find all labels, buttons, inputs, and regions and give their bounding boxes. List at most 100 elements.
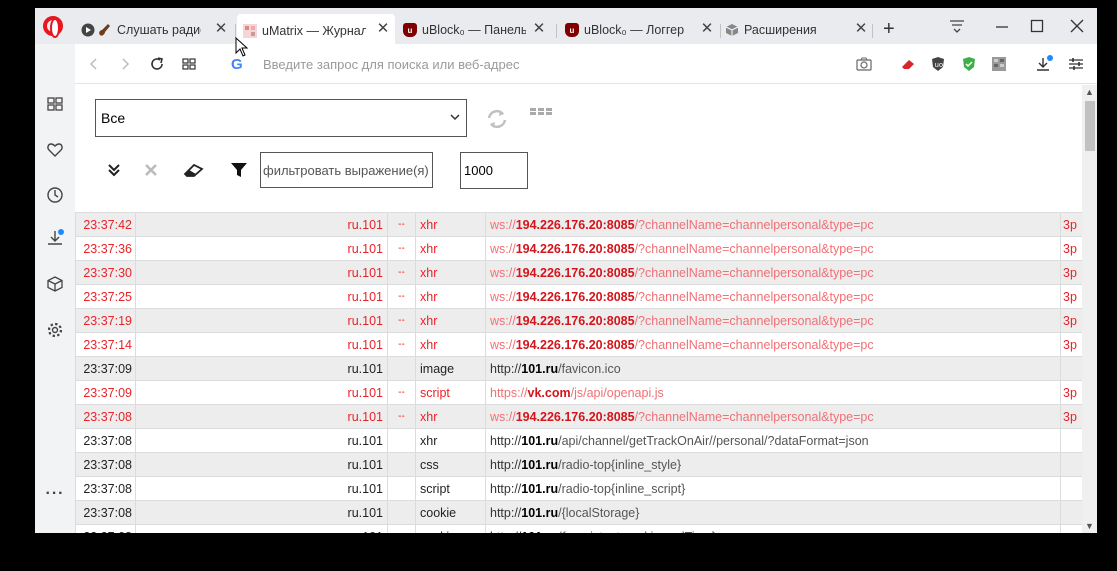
tab-menu-icon[interactable] (945, 15, 969, 37)
log-row[interactable]: 23:37:14 ru.101 -- xhr ws://194.226.176.20:8… (75, 332, 1083, 357)
log-url[interactable]: ws://194.226.176.20:8085/?channelName=ch… (485, 308, 1061, 333)
log-url[interactable]: ws://194.226.176.20:8085/?channelName=ch… (485, 284, 1061, 309)
url-scheme: http:// (490, 361, 522, 376)
compact-view-icon[interactable] (103, 159, 125, 181)
scrollbar[interactable]: ▲ ▼ (1082, 85, 1097, 533)
scroll-thumb[interactable] (1085, 101, 1095, 151)
history-icon[interactable] (45, 185, 65, 205)
log-url[interactable]: ws://194.226.176.20:8085/?channelName=ch… (485, 404, 1061, 429)
address-input[interactable] (263, 54, 823, 74)
tab-radio[interactable]: Слушать радио ✕ (81, 18, 229, 42)
log-row[interactable]: 23:37:30 ru.101 -- xhr ws://194.226.176.20:8… (75, 260, 1083, 285)
log-row[interactable]: 23:37:36 ru.101 -- xhr ws://194.226.176.20:8… (75, 236, 1083, 261)
log-marker: -- (387, 332, 416, 357)
forward-icon[interactable] (116, 55, 134, 73)
heart-icon[interactable] (45, 140, 65, 160)
scroll-down-icon[interactable]: ▼ (1085, 521, 1094, 531)
close-tab-icon[interactable]: ✕ (853, 21, 869, 37)
log-url[interactable]: ws://194.226.176.20:8085/?channelName=ch… (485, 236, 1061, 261)
log-type: xhr (415, 404, 486, 429)
umatrix-extension-icon[interactable] (990, 55, 1008, 73)
log-context: ru.101 (135, 428, 388, 453)
log-row[interactable]: 23:37:08 ru.101 script http://101.ru/radio-… (75, 476, 1083, 501)
log-url[interactable]: http://101.ru/{localStorage} (485, 500, 1061, 525)
log-row[interactable]: 23:37:09 ru.101 image http://101.ru/favicon… (75, 356, 1083, 381)
log-row[interactable]: 23:37:08 ru.101 xhr http://101.ru/api/chann… (75, 428, 1083, 453)
log-context: ru.101 (135, 332, 388, 357)
clear-icon[interactable] (140, 159, 162, 181)
download-icon[interactable] (1035, 55, 1053, 73)
more-icon[interactable]: ··· (45, 484, 65, 504)
url-scheme: http:// (490, 530, 521, 534)
tab-ublock-logger[interactable]: u uBlock₀ — Логгер ✕ (565, 18, 715, 42)
log-type: script (415, 380, 486, 405)
url-path: /api/channel/getTrackOnAir//personal/?da… (558, 433, 869, 448)
log-url[interactable]: http://101.ru/radio-top{inline_script} (485, 476, 1061, 501)
log-row[interactable]: 23:37:25 ru.101 -- xhr ws://194.226.176.20:8… (75, 284, 1083, 309)
tab-extensions[interactable]: Расширения ✕ (725, 18, 869, 42)
log-party: 3p (1060, 236, 1083, 261)
tab-filter-select[interactable]: Все (95, 99, 467, 137)
new-tab-button[interactable]: + (883, 19, 895, 39)
log-context: ru.101 (135, 356, 388, 381)
tabs-grid-icon[interactable] (180, 55, 198, 73)
log-context: ru.101 (135, 284, 388, 309)
log-time: 23:37:08 (75, 428, 136, 453)
close-tab-icon[interactable]: ✕ (375, 21, 391, 37)
reload-icon[interactable] (148, 55, 166, 73)
log-url[interactable]: http://101.ru/{persistent-cookie:updTime… (485, 524, 1061, 534)
scroll-up-icon[interactable]: ▲ (1085, 87, 1094, 97)
log-url[interactable]: http://101.ru/radio-top{inline_style} (485, 452, 1061, 477)
log-type: xhr (415, 308, 486, 333)
ublock-icon: u (565, 23, 579, 37)
log-row[interactable]: 23:37:19 ru.101 -- xhr ws://194.226.176.20:8… (75, 308, 1083, 333)
log-url[interactable]: http://101.ru/api/channel/getTrackOnAir/… (485, 428, 1061, 453)
log-url[interactable]: ws://194.226.176.20:8085/?channelName=ch… (485, 212, 1061, 237)
shield-extension-icon[interactable] (960, 55, 978, 73)
url-host: 101.ru (521, 361, 559, 376)
log-row[interactable]: 23:37:08ru.101cookiehttp://101.ru/{persi… (75, 524, 1083, 534)
eraser-icon[interactable] (183, 159, 205, 181)
url-scheme: ws:// (490, 217, 516, 232)
close-tab-icon[interactable]: ✕ (213, 21, 229, 37)
easy-setup-icon[interactable] (1067, 55, 1085, 73)
log-url[interactable]: http://101.ru/favicon.ico (485, 356, 1061, 381)
log-row[interactable]: 23:37:09 ru.101 -- script https://vk.com/js/… (75, 380, 1083, 405)
maximize-button[interactable] (1025, 15, 1049, 37)
log-row[interactable]: 23:37:08 ru.101 cookie http://101.ru/{local… (75, 500, 1083, 525)
log-party (1060, 356, 1083, 381)
log-time: 23:37:42 (75, 212, 136, 237)
ublock-extension-icon[interactable]: uo (929, 55, 947, 73)
log-url[interactable]: https://vk.com/js/api/openapi.js (485, 380, 1061, 405)
tab-umatrix-log[interactable]: uMatrix — Журнал ✕ (237, 14, 395, 44)
log-context: ru.101 (135, 380, 388, 405)
opera-menu-icon[interactable] (43, 16, 63, 38)
filter-icon[interactable] (228, 159, 250, 181)
close-tab-icon[interactable]: ✕ (531, 21, 547, 37)
back-icon[interactable] (85, 55, 103, 73)
tab-ublock-dashboard[interactable]: u uBlock₀ — Панель управления ✕ (403, 18, 547, 42)
mouse-cursor-icon (235, 37, 249, 57)
url-host: 194.226.176.20:8085 (515, 409, 635, 424)
log-type: image (415, 356, 486, 381)
refresh-icon[interactable] (485, 107, 509, 131)
close-window-button[interactable] (1065, 15, 1089, 37)
log-url[interactable]: ws://194.226.176.20:8085/?channelName=ch… (485, 332, 1061, 357)
log-row[interactable]: 23:37:08 ru.101 css http://101.ru/radio-top… (75, 452, 1083, 477)
max-entries-input[interactable] (460, 152, 528, 189)
eraser-extension-icon[interactable] (899, 55, 917, 73)
speed-dial-icon[interactable] (45, 94, 65, 114)
url-scheme: http:// (490, 457, 522, 472)
matrix-icon[interactable] (530, 107, 552, 119)
log-url[interactable]: ws://194.226.176.20:8085/?channelName=ch… (485, 260, 1061, 285)
downloads-icon[interactable] (45, 228, 65, 248)
filter-expression-input[interactable] (260, 152, 433, 188)
extensions-icon[interactable] (45, 274, 65, 294)
url-host: 194.226.176.20:8085 (515, 265, 635, 280)
log-row[interactable]: 23:37:08 ru.101 -- xhr ws://194.226.176.20:8… (75, 404, 1083, 429)
close-tab-icon[interactable]: ✕ (699, 21, 715, 37)
minimize-button[interactable] (990, 15, 1014, 37)
log-row[interactable]: 23:37:42 ru.101 -- xhr ws://194.226.176.20:8… (75, 212, 1083, 237)
settings-icon[interactable] (45, 320, 65, 340)
snapshot-icon[interactable] (855, 55, 873, 73)
